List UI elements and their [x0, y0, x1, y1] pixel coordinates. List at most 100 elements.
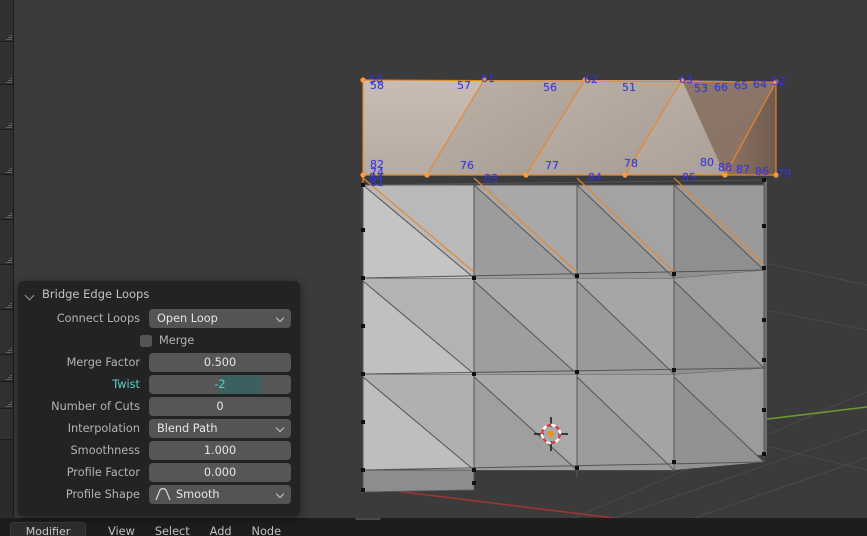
left-strip-cell[interactable] [0, 219, 13, 265]
smoothness-input[interactable]: 1.000 [149, 441, 291, 460]
operator-panel-header[interactable]: Bridge Edge Loops [18, 281, 300, 307]
vertex-index-label: 76 [460, 159, 474, 172]
label-merge-factor: Merge Factor [66, 356, 140, 369]
chevron-down-icon[interactable] [26, 290, 35, 299]
menu-view[interactable]: View [98, 525, 145, 536]
resize-grip-icon[interactable] [6, 34, 12, 40]
row-merge: Merge [27, 330, 291, 351]
profile-shape-dropdown[interactable]: Smooth [149, 485, 291, 504]
operator-panel-title: Bridge Edge Loops [42, 287, 150, 301]
merge-factor-input[interactable]: 0.500 [149, 353, 291, 372]
smoothness-value: 1.000 [203, 444, 237, 457]
vertex-index-label: 87 [736, 163, 750, 176]
mesh-body [362, 180, 767, 471]
left-strip-cell[interactable] [0, 174, 13, 220]
vertex-index-label: 56 [543, 81, 557, 94]
row-smoothness: Smoothness 1.000 [27, 440, 291, 461]
chevron-down-icon [277, 425, 284, 432]
vertex-index-label: 88 [718, 161, 732, 174]
number-of-cuts-value: 0 [216, 400, 224, 413]
resize-grip-icon[interactable] [6, 167, 12, 173]
vertex-index-label: 79 [777, 167, 791, 180]
vertex-index-label: 57 [457, 79, 471, 92]
left-editor-strip [0, 0, 14, 518]
chevron-down-icon [277, 315, 284, 322]
resize-grip-icon[interactable] [6, 401, 12, 407]
connect-loops-value: Open Loop [157, 312, 218, 325]
vertex-index-label: 78 [624, 157, 638, 170]
vertex-index-label: 83 [484, 172, 498, 185]
label-profile-shape: Profile Shape [65, 488, 140, 501]
resize-grip-icon[interactable] [6, 122, 12, 128]
label-number-of-cuts: Number of Cuts [51, 400, 140, 413]
vertex-index-label: 77 [545, 159, 559, 172]
resize-grip-icon[interactable] [6, 257, 12, 263]
label-connect-loops: Connect Loops [56, 312, 140, 325]
label-twist: Twist [112, 378, 140, 391]
left-strip-cell[interactable] [0, 84, 13, 130]
merge-factor-value: 0.500 [203, 356, 237, 369]
vertex-index-label: 52 [772, 75, 786, 88]
operator-redo-panel[interactable]: Bridge Edge Loops Connect Loops Open Loo… [18, 281, 300, 516]
vertex-index-label: 65 [734, 79, 748, 92]
vertex-index-label: 51 [622, 81, 636, 94]
label-interpolation: Interpolation [67, 422, 140, 435]
profile-factor-input[interactable]: 0.000 [149, 463, 291, 482]
row-number-of-cuts: Number of Cuts 0 [27, 396, 291, 417]
left-strip-cell[interactable] [0, 0, 13, 42]
blender-window: 50 58 57 61 56 62 51 63 53 66 65 64 52 82 74 84 81 76 83 77… [0, 0, 867, 536]
vertex-index-label: 64 [753, 78, 767, 91]
left-strip-cell[interactable] [0, 408, 13, 440]
row-twist: Twist -2 [27, 374, 291, 395]
row-profile-factor: Profile Factor 0.000 [27, 462, 291, 483]
profile-factor-value: 0.000 [203, 466, 237, 479]
label-smoothness: Smoothness [70, 444, 140, 457]
menu-add[interactable]: Add [200, 525, 242, 536]
left-strip-cell[interactable] [0, 309, 13, 355]
vertex-index-label: 86 [755, 165, 769, 178]
editor-type-selector[interactable]: Modifier [10, 521, 86, 536]
vertex-index-label: 80 [700, 156, 714, 169]
resize-grip-icon[interactable] [6, 374, 12, 380]
vertex-index-label: 66 [714, 81, 728, 94]
selected-face-band [363, 80, 776, 175]
left-strip-cell[interactable] [0, 264, 13, 310]
left-strip-cell[interactable] [0, 381, 13, 409]
vertex-index-label: 61 [481, 72, 495, 85]
label-merge: Merge [159, 334, 195, 347]
twist-slider-fill [220, 375, 262, 394]
row-profile-shape: Profile Shape Smooth [27, 484, 291, 505]
left-strip-cell[interactable] [0, 129, 13, 175]
left-strip-cell[interactable] [0, 41, 13, 85]
label-profile-factor: Profile Factor [66, 466, 140, 479]
vertex-index-label: 63 [679, 73, 693, 86]
bottom-editor-header: Modifier View Select Add Node [0, 518, 867, 536]
chevron-down-icon [277, 491, 284, 498]
number-of-cuts-input[interactable]: 0 [149, 397, 291, 416]
left-strip-cell[interactable] [0, 354, 13, 382]
vertex-index-label: 58 [370, 79, 384, 92]
vertex-index-label: 81 [370, 176, 384, 189]
vertex-index-label: 84 [588, 171, 602, 184]
row-merge-factor: Merge Factor 0.500 [27, 352, 291, 373]
menu-select[interactable]: Select [145, 525, 200, 536]
merge-checkbox[interactable] [140, 334, 152, 347]
profile-shape-value: Smooth [176, 488, 220, 501]
vertex-index-label: 53 [694, 82, 708, 95]
interpolation-value: Blend Path [157, 422, 218, 435]
vertex-index-label: 85 [682, 171, 696, 184]
profile-curve-icon [155, 488, 171, 501]
resize-grip-icon[interactable] [6, 302, 12, 308]
resize-grip-icon[interactable] [6, 77, 12, 83]
y-axis-line [758, 406, 867, 421]
connect-loops-dropdown[interactable]: Open Loop [149, 309, 291, 328]
vertex-index-label: 62 [584, 73, 598, 86]
resize-grip-icon[interactable] [6, 347, 12, 353]
twist-input[interactable]: -2 [149, 375, 291, 394]
resize-grip-icon[interactable] [6, 212, 12, 218]
interpolation-dropdown[interactable]: Blend Path [149, 419, 291, 438]
mesh-bottom-band [362, 469, 475, 493]
row-interpolation: Interpolation Blend Path [27, 418, 291, 439]
twist-value: -2 [214, 378, 226, 391]
menu-node[interactable]: Node [242, 525, 291, 536]
